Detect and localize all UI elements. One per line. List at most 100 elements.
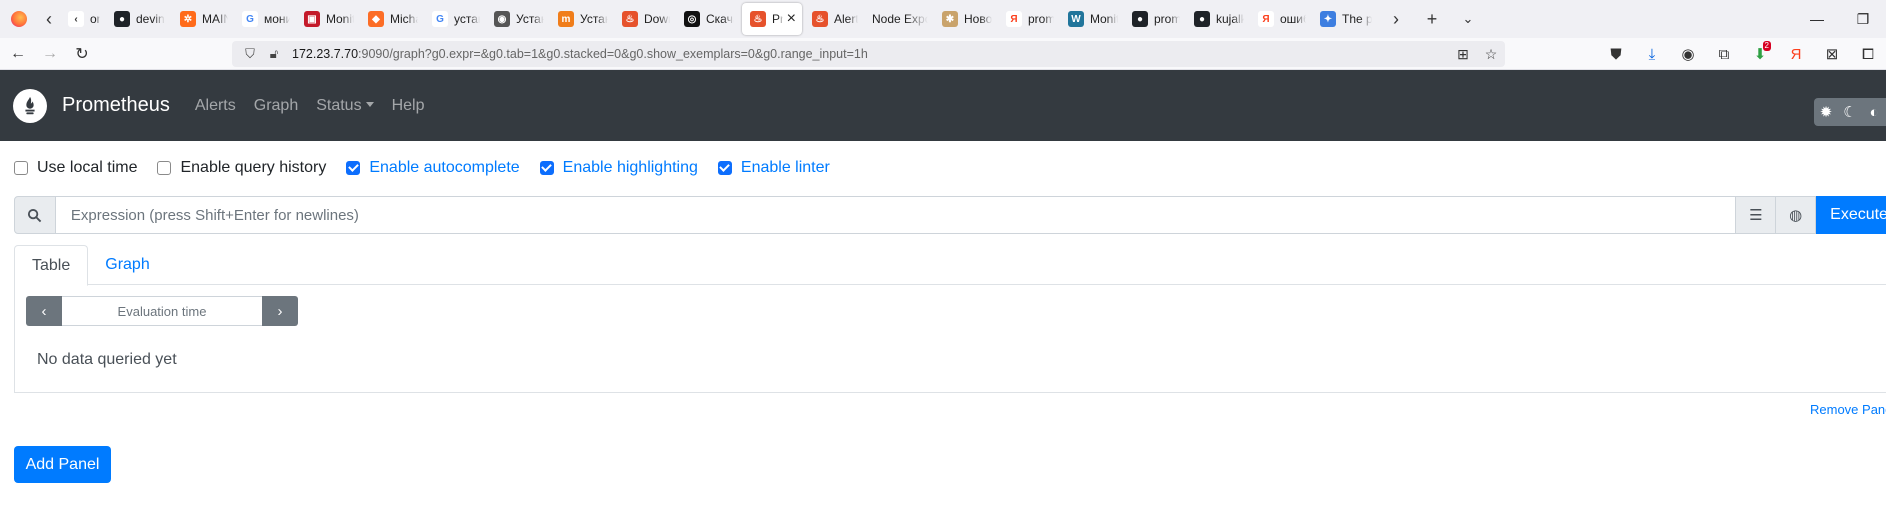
browser-tab[interactable]: ● prom: [1124, 0, 1186, 38]
tab-favicon-icon: ◉: [494, 11, 510, 27]
option-checkbox[interactable]: [346, 161, 361, 175]
tab-title: Устан: [516, 12, 544, 26]
previous-time-chevron-left-icon[interactable]: ‹: [26, 296, 62, 326]
close-tab-icon[interactable]: ×: [787, 10, 796, 28]
url-path: :9090/graph?g0.expr=&g0.tab=1&g0.stacked…: [358, 47, 868, 61]
new-tab-plus-icon[interactable]: +: [1414, 0, 1450, 38]
browser-tab[interactable]: m Устан: [550, 0, 614, 38]
tab-favicon-icon: ♨: [812, 11, 828, 27]
option-label[interactable]: Use local time: [37, 159, 137, 177]
brand-title[interactable]: Prometheus: [62, 94, 170, 117]
browser-tab[interactable]: Gмони: [234, 0, 296, 38]
tab-scroll-left-icon[interactable]: ‹: [38, 0, 60, 38]
back-arrow-icon[interactable]: ←: [4, 40, 32, 68]
option-label[interactable]: Enable linter: [741, 159, 830, 177]
tab-title: ошиб: [1280, 12, 1306, 26]
bookmark-star-icon[interactable]: ☆: [1477, 46, 1505, 63]
toolbar-extensions: ⛊ ⤓ ◉ ⧉ ⬇ 2 Я ⊠ ⧠: [1598, 38, 1886, 70]
nav-help[interactable]: Help: [392, 97, 425, 115]
tab-title: onit: [90, 12, 100, 26]
browser-tab[interactable]: Яошиб: [1250, 0, 1312, 38]
browser-tab[interactable]: Node Expo: [864, 0, 934, 38]
option-enable-query-history[interactable]: Enable query history: [157, 159, 326, 177]
tab-favicon-icon: W: [1068, 11, 1084, 27]
insecure-lock-icon[interactable]: 🔓︎: [264, 44, 284, 64]
dark-theme-moon-icon[interactable]: ☾: [1838, 98, 1862, 126]
next-time-chevron-right-icon[interactable]: ›: [262, 296, 298, 326]
download-extension-icon[interactable]: ⬇ 2: [1742, 38, 1778, 70]
tab-scroll-right-icon[interactable]: ›: [1378, 0, 1414, 38]
browser-tab-active[interactable]: ♨ Pro ×: [742, 3, 802, 35]
execute-button[interactable]: Execute: [1816, 196, 1886, 234]
option-checkbox[interactable]: [539, 161, 554, 175]
nav-status-label: Status: [316, 96, 362, 114]
pocket-icon[interactable]: ⛊: [1598, 38, 1634, 70]
reload-icon[interactable]: ↻: [68, 40, 96, 68]
browser-tab[interactable]: ✱ Ново: [934, 0, 998, 38]
tab-table[interactable]: Table: [14, 245, 89, 286]
tab-favicon-icon: ●: [114, 11, 130, 27]
option-checkbox[interactable]: [717, 161, 732, 175]
query-options: Use local time Enable query history Enable…: [14, 158, 850, 178]
option-enable-highlighting[interactable]: Enable highlighting: [539, 159, 698, 177]
browser-tab[interactable]: ◎ Скача: [676, 0, 740, 38]
add-panel-button[interactable]: Add Panel: [14, 446, 111, 483]
tab-title: мони: [264, 12, 290, 26]
browser-tab[interactable]: ♨ Alertn: [804, 0, 864, 38]
window-controls: — ❐: [1794, 0, 1886, 38]
option-use-local-time[interactable]: Use local time: [14, 159, 137, 177]
translate-icon[interactable]: ⊞: [1449, 46, 1477, 63]
translate-extension-icon[interactable]: ⊠: [1814, 38, 1850, 70]
list-all-tabs-chevron-icon[interactable]: ⌄: [1450, 0, 1486, 38]
nav-graph[interactable]: Graph: [254, 97, 298, 115]
browser-tab[interactable]: ‹ onit: [60, 0, 106, 38]
shield-icon[interactable]: ⛉: [240, 44, 260, 64]
browser-tab[interactable]: Gустан: [424, 0, 486, 38]
option-enable-linter[interactable]: Enable linter: [717, 159, 830, 177]
option-checkbox[interactable]: [14, 161, 28, 175]
tab-favicon-icon: ●: [1132, 11, 1148, 27]
account-icon[interactable]: ◉: [1670, 38, 1706, 70]
url-bar[interactable]: ⛉ 🔓︎ 172.23.7.70:9090/graph?g0.expr=&g0.…: [232, 41, 1505, 67]
tab-title: Monit: [1090, 12, 1118, 26]
nav-alerts[interactable]: Alerts: [195, 97, 236, 115]
sync-extension-icon[interactable]: ⧉: [1706, 38, 1742, 70]
yandex-icon[interactable]: Я: [1778, 38, 1814, 70]
expression-input[interactable]: Expression (press Shift+Enter for newlin…: [55, 196, 1737, 234]
tab-title: Pro: [772, 12, 783, 26]
option-label[interactable]: Enable autocomplete: [369, 159, 519, 177]
minimize-icon[interactable]: —: [1794, 0, 1840, 38]
tab-title: Устан: [580, 12, 608, 26]
option-enable-autocomplete[interactable]: Enable autocomplete: [346, 159, 520, 177]
browser-tab[interactable]: ▣ Monit: [296, 0, 360, 38]
forward-arrow-icon[interactable]: →: [36, 40, 64, 68]
option-label[interactable]: Enable highlighting: [563, 159, 698, 177]
option-label[interactable]: Enable query history: [180, 159, 326, 177]
browser-tab[interactable]: ● kujalk: [1186, 0, 1250, 38]
nav-status-dropdown[interactable]: Status: [316, 96, 374, 115]
tab-favicon-icon: ‹: [68, 11, 84, 27]
format-expression-icon[interactable]: ☰: [1736, 196, 1777, 234]
browser-tab[interactable]: ◆ Micha: [360, 0, 424, 38]
extensions-puzzle-icon[interactable]: ⧠: [1850, 38, 1886, 70]
prometheus-logo-icon[interactable]: [13, 88, 47, 123]
restore-icon[interactable]: ❐: [1840, 0, 1886, 38]
browser-tab[interactable]: ✲ MAIN: [172, 0, 234, 38]
tab-graph[interactable]: Graph: [88, 245, 166, 285]
browser-tab[interactable]: W Monit: [1060, 0, 1124, 38]
browser-tab[interactable]: Яprom: [998, 0, 1060, 38]
tab-title: Node Expo: [872, 12, 928, 26]
browser-tab[interactable]: ✦ The p: [1312, 0, 1378, 38]
firefox-menu-icon[interactable]: [0, 0, 38, 38]
remove-panel-link[interactable]: Remove Panel: [1810, 402, 1886, 417]
browser-tab[interactable]: ♨ Down: [614, 0, 676, 38]
downloads-icon[interactable]: ⤓: [1634, 38, 1670, 70]
auto-theme-icon[interactable]: ◐: [1862, 98, 1886, 126]
option-checkbox[interactable]: [157, 161, 172, 175]
evaluation-time-input[interactable]: Evaluation time: [62, 296, 262, 326]
light-theme-sun-icon[interactable]: ✹: [1814, 98, 1838, 126]
metrics-explorer-globe-icon[interactable]: ◍: [1776, 196, 1817, 234]
tab-favicon-icon: m: [558, 11, 574, 27]
browser-tab[interactable]: ◉ Устан: [486, 0, 550, 38]
browser-tab[interactable]: ● devin: [106, 0, 172, 38]
